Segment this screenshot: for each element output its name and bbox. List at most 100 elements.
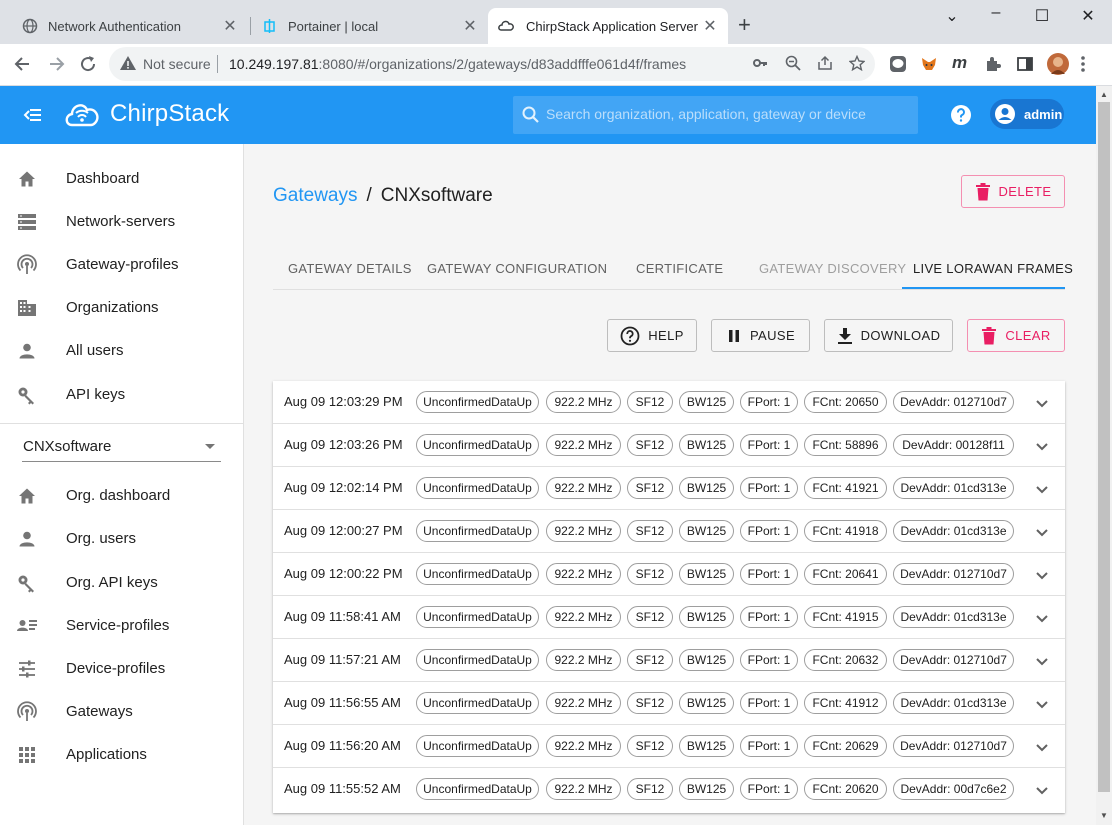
frame-type-chip: UnconfirmedDataUp <box>416 735 539 757</box>
tab-gateway-discovery[interactable]: GATEWAY DISCOVERY <box>759 261 906 276</box>
sidebar-item-label: API keys <box>66 386 126 403</box>
minimize-button[interactable]: – <box>986 4 1006 22</box>
sidebar-item-service-profiles[interactable]: Service-profiles <box>0 604 243 647</box>
chevron-down-icon[interactable] <box>1035 525 1049 539</box>
frame-row[interactable]: Aug 09 12:03:26 PM UnconfirmedDataUp 922.2… <box>273 424 1065 467</box>
back-button[interactable] <box>13 54 33 78</box>
sidebar-item-all-users[interactable]: All users <box>0 329 243 372</box>
bandwidth-chip: BW125 <box>679 692 734 714</box>
sidebar-item-label: Organizations <box>66 299 159 316</box>
sidebar-item-api-keys[interactable]: API keys <box>0 373 243 416</box>
sidebar-item-dashboard[interactable]: Dashboard <box>0 157 243 200</box>
address-bar[interactable]: Not secure 10.249.197.81:8080/#/organiza… <box>109 47 875 81</box>
sidebar-item-org-api-keys[interactable]: Org. API keys <box>0 561 243 604</box>
breadcrumb-gateways-link[interactable]: Gateways <box>273 185 357 207</box>
frame-timestamp: Aug 09 11:56:20 AM <box>284 738 401 753</box>
line-extension-icon[interactable] <box>889 55 907 77</box>
browser-tab-network-auth[interactable]: Network Authentication ✕ <box>12 8 248 44</box>
organization-select[interactable]: CNXsoftware <box>22 434 221 462</box>
fport-chip: FPort: 1 <box>740 477 798 499</box>
sidebar-item-network-servers[interactable]: Network-servers <box>0 200 243 243</box>
maximize-button[interactable]: ☐ <box>1032 6 1052 26</box>
close-icon[interactable]: ✕ <box>462 16 478 36</box>
frame-row[interactable]: Aug 09 11:57:21 AM UnconfirmedDataUp 922.2… <box>273 639 1065 682</box>
apps-icon <box>19 747 35 763</box>
close-icon[interactable]: ✕ <box>222 16 238 36</box>
frequency-chip: 922.2 MHz <box>546 477 621 499</box>
key-icon[interactable] <box>752 55 768 75</box>
fcnt-chip: FCnt: 20641 <box>804 563 887 585</box>
chevron-down-icon[interactable] <box>1035 396 1049 410</box>
tab-certificate[interactable]: CERTIFICATE <box>636 261 723 276</box>
url-text[interactable]: 10.249.197.81:8080/#/organizations/2/gat… <box>229 56 686 72</box>
chevron-down-icon[interactable]: ⌄ <box>942 6 962 26</box>
menu-toggle-button[interactable] <box>22 104 44 131</box>
star-icon[interactable] <box>848 54 866 75</box>
chevron-down-icon[interactable] <box>1035 783 1049 797</box>
pause-button[interactable]: PAUSE <box>711 319 810 352</box>
chevron-down-icon[interactable] <box>1035 482 1049 496</box>
new-tab-button[interactable]: + <box>738 14 751 36</box>
sidebar-item-device-profiles[interactable]: Device-profiles <box>0 647 243 690</box>
security-label[interactable]: Not secure <box>143 56 211 72</box>
chevron-down-icon[interactable] <box>1035 654 1049 668</box>
scroll-up-icon[interactable]: ▲ <box>1100 90 1108 99</box>
chevron-down-icon[interactable] <box>1035 697 1049 711</box>
browser-tab-portainer[interactable]: Portainer | local ✕ <box>252 8 488 44</box>
close-icon[interactable]: ✕ <box>702 16 718 36</box>
fcnt-chip: FCnt: 41915 <box>804 606 887 628</box>
frame-row[interactable]: Aug 09 11:56:55 AM UnconfirmedDataUp 922.2… <box>273 682 1065 725</box>
sidebar-item-org-users[interactable]: Org. users <box>0 517 243 560</box>
download-button[interactable]: DOWNLOAD <box>824 319 953 352</box>
frame-row[interactable]: Aug 09 11:56:20 AM UnconfirmedDataUp 922.2… <box>273 725 1065 768</box>
sidebar-item-applications[interactable]: Applications <box>0 733 243 776</box>
avatar[interactable] <box>1046 52 1070 80</box>
sidebar-item-organizations[interactable]: Organizations <box>0 286 243 329</box>
reload-button[interactable] <box>78 54 98 78</box>
page-scrollbar[interactable]: ▲ ▼ <box>1096 86 1112 825</box>
person-icon <box>19 531 35 547</box>
scrollbar-thumb[interactable] <box>1098 102 1110 792</box>
share-icon[interactable] <box>817 55 833 75</box>
help-button[interactable] <box>950 104 972 131</box>
frame-row[interactable]: Aug 09 12:03:29 PM UnconfirmedDataUp 922.2… <box>273 381 1065 424</box>
browser-tab-chirpstack[interactable]: ChirpStack Application Server ✕ <box>488 8 728 44</box>
metamask-icon[interactable] <box>920 55 938 77</box>
chevron-down-icon[interactable] <box>1035 568 1049 582</box>
frame-row[interactable]: Aug 09 12:00:27 PM UnconfirmedDataUp 922.2… <box>273 510 1065 553</box>
chevron-down-icon[interactable] <box>1035 740 1049 754</box>
browser-tab-title: ChirpStack Application Server <box>526 18 698 34</box>
m-extension-icon[interactable]: m <box>952 53 967 73</box>
side-panel-icon[interactable] <box>1016 55 1034 77</box>
forward-button[interactable] <box>46 54 66 78</box>
frame-row[interactable]: Aug 09 12:02:14 PM UnconfirmedDataUp 922.2… <box>273 467 1065 510</box>
zoom-out-icon[interactable] <box>785 55 801 75</box>
sidebar-item-gateway-profiles[interactable]: Gateway-profiles <box>0 243 243 286</box>
chevron-down-icon[interactable] <box>1035 611 1049 625</box>
close-window-button[interactable]: ✕ <box>1078 6 1098 26</box>
scroll-down-icon[interactable]: ▼ <box>1100 811 1108 820</box>
puzzle-icon[interactable] <box>984 55 1002 77</box>
frame-type-chip: UnconfirmedDataUp <box>416 477 539 499</box>
more-vert-icon[interactable] <box>1080 55 1086 77</box>
chirpstack-logo[interactable]: ChirpStack <box>64 98 229 130</box>
frame-row[interactable]: Aug 09 11:55:52 AM UnconfirmedDataUp 922.2… <box>273 768 1065 811</box>
user-menu-button[interactable]: admin <box>990 99 1064 129</box>
browser-toolbar: Not secure 10.249.197.81:8080/#/organiza… <box>0 44 1112 86</box>
frame-row[interactable]: Aug 09 11:58:41 AM UnconfirmedDataUp 922.2… <box>273 596 1065 639</box>
clear-button[interactable]: CLEAR <box>967 319 1065 352</box>
tab-gateway-details[interactable]: GATEWAY DETAILS <box>288 261 412 276</box>
help-button[interactable]: HELP <box>607 319 697 352</box>
delete-button[interactable]: DELETE <box>961 175 1065 208</box>
tab-gateway-configuration[interactable]: GATEWAY CONFIGURATION <box>427 261 607 276</box>
key-icon <box>18 387 34 405</box>
global-search-input[interactable]: Search organization, application, gatewa… <box>513 96 918 134</box>
frame-row[interactable]: Aug 09 12:00:22 PM UnconfirmedDataUp 922.2… <box>273 553 1065 596</box>
frames-list: Aug 09 12:03:29 PM UnconfirmedDataUp 922.2… <box>273 381 1065 813</box>
bandwidth-chip: BW125 <box>679 520 734 542</box>
frame-timestamp: Aug 09 12:03:26 PM <box>284 437 403 452</box>
sidebar-item-org-dashboard[interactable]: Org. dashboard <box>0 474 243 517</box>
tab-live-lorawan-frames[interactable]: LIVE LORAWAN FRAMES <box>913 261 1073 276</box>
chevron-down-icon[interactable] <box>1035 439 1049 453</box>
sidebar-item-gateways[interactable]: Gateways <box>0 690 243 733</box>
